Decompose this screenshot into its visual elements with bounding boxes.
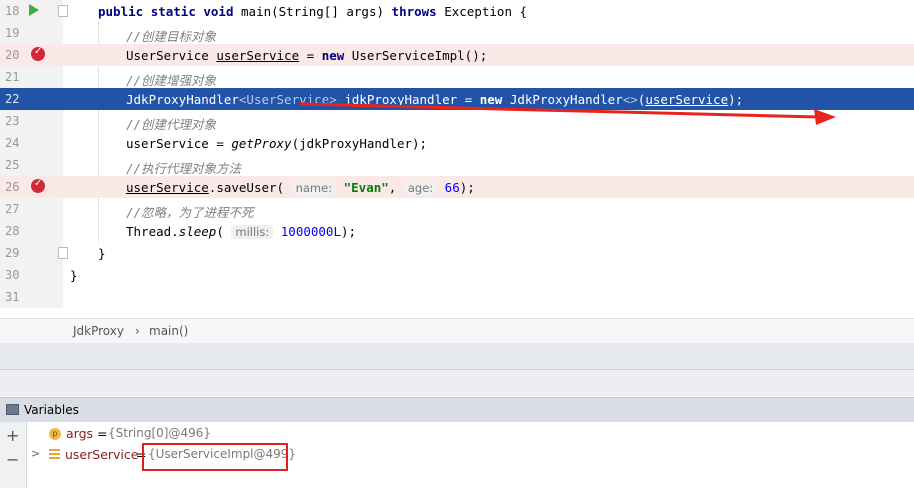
remove-watch-button[interactable]: − [6,450,19,469]
expand-chevron-icon[interactable]: > [31,447,40,460]
variable-equals: = [97,426,108,441]
breadcrumb-separator: › [135,324,140,338]
variables-side-toolbar: + − [0,422,27,488]
debug-toolbar [0,370,914,396]
code-editor[interactable]: 18 public static void main(String[] args… [0,0,914,318]
variable-name: args [66,426,94,441]
annotation-arrow [299,102,836,125]
breadcrumb-class[interactable]: JdkProxy [73,324,124,338]
variable-name: userService [65,447,139,462]
breadcrumb-method[interactable]: main() [149,324,188,338]
variables-panel-header: Variables [0,397,914,423]
annotation-highlight-box [142,443,288,471]
variable-value: {String[0]@496} [108,426,211,440]
field-icon [49,449,60,460]
variables-title: Variables [24,403,79,417]
debug-tabs-bar [0,343,914,370]
breadcrumb: JdkProxy › main() [0,318,914,343]
variable-row[interactable]: p args = {String[0]@496} [27,424,914,444]
variables-icon [6,404,19,415]
parameter-icon: p [49,428,61,440]
add-watch-button[interactable]: + [6,426,19,445]
